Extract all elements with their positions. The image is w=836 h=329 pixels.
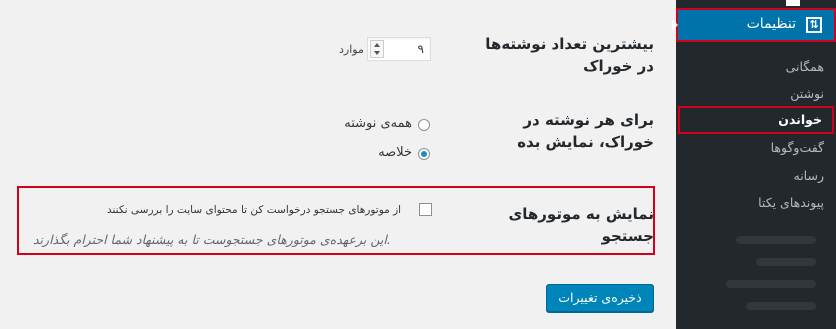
settings-menu-heading[interactable]: ⇅ تنظیمات xyxy=(672,8,836,42)
search-visibility-description: این برعهده‌ی موتورهای جستجوست تا به پیشن… xyxy=(33,232,391,247)
search-visibility-label: نمایش به موتورهای جستجو xyxy=(508,205,654,245)
blurred-menu-item xyxy=(736,236,816,244)
radio-option-summary[interactable]: خلاصه xyxy=(320,145,432,163)
radio-button[interactable] xyxy=(418,119,430,131)
feed-count-unit: موارد xyxy=(339,43,364,56)
radio-option-full-text[interactable]: همه‌ی نوشته xyxy=(320,116,432,134)
feed-count-value: ۹ xyxy=(417,42,424,56)
feed-count-input[interactable]: ۹ xyxy=(367,37,431,61)
radio-label: خلاصه xyxy=(378,145,412,160)
feed-count-label: بیشترین تعداد نوشته‌ها در خوراک xyxy=(485,35,654,75)
blurred-menu-item xyxy=(756,258,816,266)
discourage-search-label[interactable]: از موتورهای جستجو درخواست کن تا محتوای س… xyxy=(107,204,401,216)
feed-display-label: برای هر نوشته در خوراک، نمایش بده xyxy=(517,111,654,151)
sidebar-item-general[interactable]: همگانی xyxy=(786,59,824,74)
sidebar-item-permalinks[interactable]: پیوندهای یکتا xyxy=(758,195,824,210)
chevron-up-icon xyxy=(374,43,380,47)
sidebar-top-fragment xyxy=(786,0,800,6)
settings-sliders-icon: ⇅ xyxy=(806,17,822,33)
settings-menu-label: تنظیمات xyxy=(746,16,796,32)
radio-label: همه‌ی نوشته xyxy=(344,116,412,131)
save-changes-button[interactable]: ذخیره‌ی تغییرات xyxy=(546,284,654,312)
sidebar-item-media[interactable]: رسانه xyxy=(794,168,825,183)
blurred-menu-item xyxy=(746,302,816,310)
admin-sidebar: ⇅ تنظیمات همگانی نوشتن خواندن گفت‌وگوها … xyxy=(672,0,836,329)
number-spinner[interactable] xyxy=(370,40,384,58)
blurred-menu-item xyxy=(726,280,816,288)
radio-button[interactable] xyxy=(418,148,430,160)
sidebar-item-writing[interactable]: نوشتن xyxy=(790,86,824,101)
discourage-search-checkbox[interactable] xyxy=(419,203,432,216)
current-menu-arrow-icon xyxy=(672,19,678,31)
chevron-down-icon xyxy=(374,51,380,55)
sidebar-item-reading[interactable]: خواندن xyxy=(678,106,834,134)
sidebar-item-discussion[interactable]: گفت‌وگوها xyxy=(771,140,824,155)
